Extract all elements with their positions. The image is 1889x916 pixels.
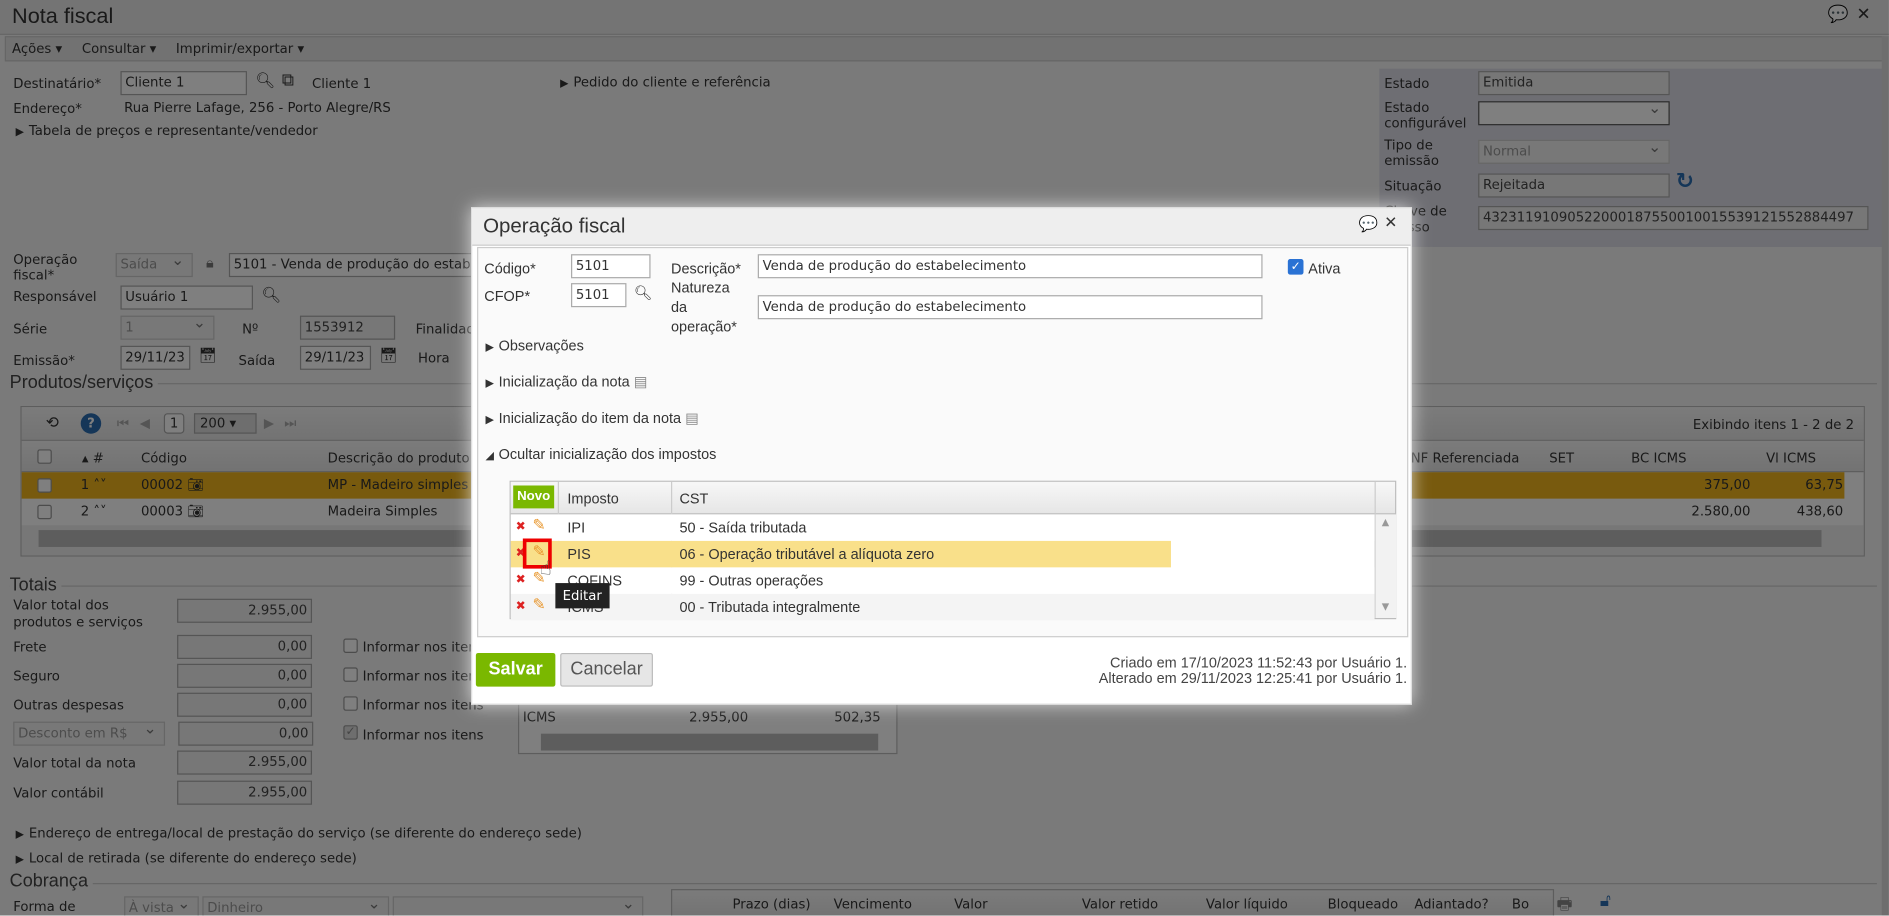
- close-icon[interactable]: ✕: [1384, 214, 1397, 232]
- toggle-label: Inicialização da nota: [498, 373, 630, 391]
- delete-icon[interactable]: ✖: [516, 520, 526, 533]
- delete-icon[interactable]: ✖: [516, 573, 526, 586]
- descricao-input[interactable]: Venda de produção do estabelecimento: [757, 254, 1263, 279]
- tax-cst: 99 - Outras operações: [679, 572, 824, 590]
- tax-cst: 50 - Saída tributada: [679, 519, 807, 537]
- delete-icon[interactable]: ✖: [516, 600, 526, 613]
- modal-title: Operação fiscal: [483, 214, 626, 238]
- observacoes-toggle[interactable]: ▶ Observações: [485, 337, 583, 354]
- descricao-label: Descrição*: [671, 260, 741, 278]
- toggle-label: Inicialização do item da nota: [498, 409, 682, 427]
- toggle-label: Ocultar inicialização dos impostos: [498, 445, 717, 463]
- editar-tooltip: Editar: [555, 583, 610, 609]
- novo-button[interactable]: Novo: [513, 485, 555, 509]
- save-button[interactable]: Salvar: [475, 652, 556, 687]
- codigo-input[interactable]: 5101: [571, 254, 651, 279]
- pencil-icon[interactable]: ✎: [532, 596, 545, 614]
- grid-header: [510, 481, 1396, 515]
- ativa-checkbox[interactable]: ✓: [1287, 259, 1304, 275]
- cancel-button[interactable]: Cancelar: [560, 652, 653, 687]
- tax-imposto: IPI: [567, 519, 586, 537]
- init-nota-toggle[interactable]: ▶ Inicialização da nota ▤: [485, 373, 647, 390]
- pencil-icon[interactable]: ✎: [532, 517, 545, 535]
- init-item-toggle[interactable]: ▶ Inicialização do item da nota ▤: [485, 410, 698, 427]
- tax-cst: 00 - Tributada integralmente: [679, 598, 861, 616]
- col-cst[interactable]: CST: [679, 490, 708, 507]
- modified-info: Alterado em 29/11/2023 12:25:41 por Usuá…: [1098, 669, 1408, 687]
- hand-cursor-icon: ☝: [539, 556, 552, 580]
- comment-icon[interactable]: 💬: [1359, 216, 1379, 234]
- operacao-fiscal-modal: Operação fiscal 💬 ✕ Código* 5101 Descriç…: [471, 207, 1412, 705]
- tax-imposto: PIS: [567, 545, 591, 563]
- vertical-scrollbar[interactable]: ▲ ▼: [1375, 514, 1397, 619]
- codigo-label: Código*: [484, 260, 536, 278]
- tax-row[interactable]: ✖ ✎ COFINS 99 - Outras operações: [510, 567, 1375, 594]
- nota-fiscal-window: Nota fiscal 💬 ✕ Ações ▾ Consultar ▾ Impr…: [0, 0, 1889, 916]
- cfop-label: CFOP*: [484, 287, 531, 305]
- created-info: Criado em 17/10/2023 11:52:43 por Usuári…: [1109, 654, 1408, 672]
- tax-row[interactable]: ✖ ✎ ICMS 00 - Tributada integralmente: [510, 593, 1375, 621]
- document-icon: ▤: [633, 373, 648, 391]
- tax-row[interactable]: ✖ ✎ IPI 50 - Saída tributada: [510, 514, 1375, 541]
- tax-row[interactable]: ✖ ✎ PIS 06 - Operação tributável a alíqu…: [510, 540, 1171, 568]
- document-icon: ▤: [685, 409, 699, 427]
- natureza-input[interactable]: Venda de produção do estabelecimento: [757, 295, 1263, 320]
- search-icon[interactable]: 🔍︎: [634, 284, 652, 301]
- tax-cst: 06 - Operação tributável a alíquota zero: [679, 545, 935, 563]
- impostos-grid: Novo Imposto CST ✖ ✎ IPI 50 - Saída trib…: [509, 480, 1397, 621]
- ocultar-impostos-toggle[interactable]: ◢ Ocultar inicialização dos impostos: [485, 446, 716, 463]
- toggle-label: Observações: [498, 337, 584, 355]
- ativa-label: Ativa: [1308, 260, 1341, 278]
- col-imposto[interactable]: Imposto: [567, 490, 618, 507]
- cfop-input[interactable]: 5101: [571, 283, 627, 308]
- natureza-label: Natureza da operação*: [671, 279, 737, 335]
